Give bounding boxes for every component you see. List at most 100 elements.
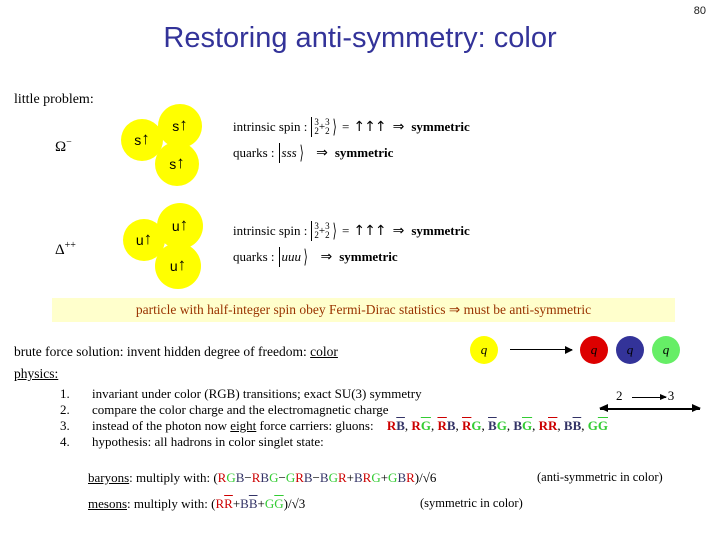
ket-angle-icon: ⟩	[332, 116, 337, 138]
spin-ket: 3 2 + 3 2 ⟩	[311, 220, 338, 243]
meson-letter-b: B	[240, 496, 249, 511]
fermi-dirac-banner: particle with half-integer spin obey Fer…	[52, 298, 675, 322]
quark-symbol: u	[135, 232, 144, 248]
three-label: 3	[667, 388, 675, 403]
quark-symbol: s	[172, 118, 180, 134]
quark-circle-s-3: s ↑	[155, 142, 199, 186]
mesons-note: (symmetric in color)	[420, 496, 523, 510]
spin-arrows-triple: ↑↑↑	[353, 223, 386, 239]
baryon-letter-b: B	[353, 470, 363, 485]
baryon-letter-r: R	[362, 470, 372, 485]
baryon-operator: +	[346, 470, 354, 485]
gluon-term: BG	[513, 418, 532, 433]
implies-icon: ⇒	[392, 223, 405, 239]
quark-symbol: s	[169, 156, 177, 172]
color-letter-r-bar: R	[548, 418, 558, 433]
delta-superscript: ++	[64, 240, 76, 251]
list-number: 2.	[60, 402, 70, 417]
mesons-prefix: : multiply with: (	[127, 496, 216, 511]
quark-ket: uuu ⟩	[278, 246, 310, 269]
color-letter-r-bar: R	[437, 418, 447, 433]
ket-bar-icon	[311, 117, 313, 137]
equation-row-spin: intrinsic spin : 3 2 + 3 2 ⟩ = ↑↑↑ ⇒ sym…	[233, 218, 470, 244]
gluon-term: BB	[564, 418, 581, 433]
fraction-denominator: 2	[325, 230, 330, 240]
baryon-operator: −	[312, 470, 320, 485]
equals-sign: =	[342, 119, 350, 134]
color-letter-g: G	[496, 418, 507, 433]
spin-ket: 3 2 + 3 2 ⟩	[311, 116, 338, 139]
quark-circle-green: q	[652, 336, 680, 364]
color-letter-g: G	[587, 418, 598, 433]
quark-circle-red: q	[580, 336, 608, 364]
quark-circle-blue: q	[616, 336, 644, 364]
baryon-letter-r: R	[295, 470, 304, 485]
list-text: hypothesis: all hadrons in color singlet…	[92, 434, 324, 449]
color-letter-g-bar: G	[420, 418, 431, 433]
particle-label-delta: Δ++	[55, 240, 76, 259]
meson-letter-r: R	[215, 496, 225, 511]
baryon-letter-b: B	[260, 470, 270, 485]
little-problem-label: little problem:	[14, 92, 94, 107]
gluon-list: RB, RG, RB, RG, BG, BG, RR, BB, GG	[387, 418, 608, 433]
list-number: 1.	[60, 386, 70, 401]
baryon-letter-b: B	[303, 470, 313, 485]
baryons-label: baryons	[88, 470, 130, 485]
implies-icon: ⇒	[316, 145, 328, 161]
baryon-letter-g: G	[226, 470, 236, 485]
quark-circle-u-3: u ↑	[155, 243, 201, 289]
equation-block-omega: intrinsic spin : 3 2 + 3 2 ⟩ = ↑↑↑ ⇒ sym…	[233, 114, 470, 166]
ket-fraction-2: 3 2	[325, 221, 330, 241]
color-letter-b-bar: B	[572, 418, 582, 433]
spin-up-arrow-icon: ↑	[176, 152, 185, 172]
equation-row-quarks: quarks : sss ⟩ ⇒ symmetric	[233, 140, 470, 166]
baryon-letter-g: G	[371, 470, 381, 485]
baryon-letter-g: G	[328, 470, 338, 485]
color-letter-r: R	[538, 418, 548, 433]
double-headed-arrow-icon	[599, 405, 701, 411]
gluon-term: RB	[437, 418, 455, 433]
intrinsic-spin-label: intrinsic spin :	[233, 119, 308, 134]
quark-ket-content: uuu	[281, 249, 302, 264]
ket-angle-icon: ⟩	[332, 220, 337, 242]
gluon-term: GG	[588, 418, 608, 433]
quark-circle-colorless: q	[470, 336, 498, 364]
equation-block-delta: intrinsic spin : 3 2 + 3 2 ⟩ = ↑↑↑ ⇒ sym…	[233, 218, 470, 270]
brute-force-line: brute force solution: invent hidden degr…	[14, 344, 338, 360]
small-arrow-icon	[632, 394, 667, 400]
color-letter-r: R	[411, 418, 421, 433]
ket-bar-icon	[278, 143, 280, 163]
gluon-text-pre: instead of the photon now	[92, 418, 231, 433]
color-letter-g: G	[471, 418, 482, 433]
quark-ket-content: sss	[281, 145, 297, 160]
spin-up-arrow-icon: ↑	[179, 214, 189, 234]
quark-symbol: u	[171, 218, 180, 234]
mesons-line: mesons: multiply with: (RR+BB+GG)/√3	[88, 496, 305, 512]
baryon-operator: +	[380, 470, 389, 485]
meson-letter-b-bar: B	[248, 496, 258, 511]
quark-ket: sss ⟩	[278, 142, 306, 165]
gluon-term: RG	[411, 418, 431, 433]
color-letter-r: R	[386, 418, 397, 433]
two-label: 2	[616, 388, 623, 403]
color-letter-r-bar: R	[462, 418, 472, 433]
gluon-text-post: force carriers: gluons:	[256, 418, 374, 433]
baryon-letter-b: B	[397, 470, 407, 485]
baryon-letter-b: B	[319, 470, 329, 485]
quarks-label: quarks :	[233, 249, 275, 264]
baryons-suffix: )/√6	[414, 470, 437, 485]
brute-force-prefix: brute force solution: invent hidden degr…	[14, 344, 311, 359]
baryons-prefix: : multiply with: (	[129, 470, 218, 485]
implies-icon: ⇒	[320, 249, 333, 265]
two-to-three-annotation: 2 3	[616, 388, 674, 404]
spin-up-arrow-icon: ↑	[143, 228, 153, 248]
baryon-operator: −	[278, 470, 286, 485]
quark-symmetry-result: symmetric	[339, 249, 398, 264]
meson-operator: +	[257, 496, 265, 511]
baryon-operator: −	[244, 470, 252, 485]
mesons-label: mesons	[88, 496, 127, 511]
color-keyword: color	[310, 344, 338, 359]
meson-letter-g-bar: G	[274, 496, 284, 511]
baryons-terms: RGB−RBG−GRB−BGR+BRG+GBR	[218, 470, 415, 485]
spin-up-arrow-icon: ↑	[141, 128, 150, 148]
